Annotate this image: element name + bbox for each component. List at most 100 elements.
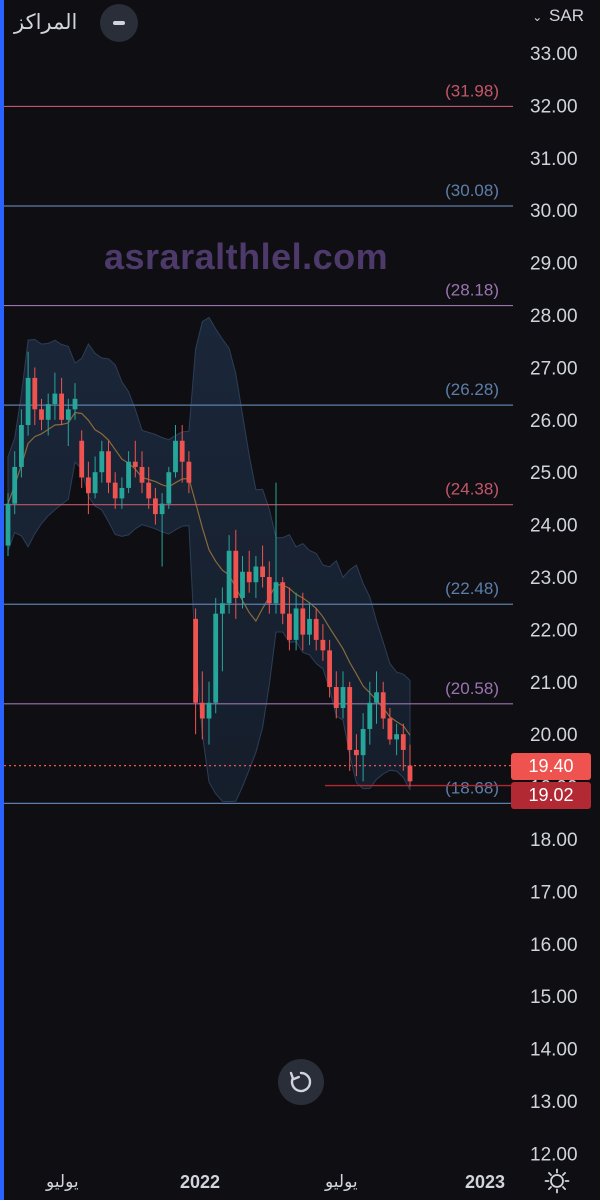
candle-body: [280, 582, 286, 614]
price-axis-label: 33.00: [530, 44, 578, 65]
candle-body: [387, 718, 393, 740]
level-label: (24.38): [445, 480, 499, 499]
candle-body: [132, 461, 138, 467]
price-axis-label: 29.00: [530, 254, 578, 275]
candle-body: [12, 466, 18, 504]
level-label: (26.28): [445, 380, 499, 399]
candle-body: [374, 692, 379, 703]
candle-body: [5, 503, 11, 546]
candle-body: [213, 613, 219, 703]
candle-body: [360, 728, 366, 756]
chart-left-edge: [0, 0, 4, 1200]
candle-body: [79, 440, 85, 478]
candle-body: [313, 618, 319, 640]
candle-body: [260, 566, 265, 577]
chart-area[interactable]: (31.98) (30.08) (28.18) (26.28) (24.38) (22.4…: [0, 0, 600, 1200]
candle-body: [45, 404, 51, 420]
price-axis-label: 15.00: [530, 987, 578, 1008]
candle-body: [119, 487, 125, 499]
candle-body: [300, 608, 306, 635]
candle-body: [347, 687, 353, 750]
price-axis-label: 13.00: [530, 1092, 578, 1113]
price-axis-label: 30.00: [530, 201, 578, 222]
candle-body: [273, 582, 279, 604]
price-axis-label: 31.00: [530, 149, 578, 170]
candle-body: [159, 503, 165, 515]
candle-body: [92, 472, 98, 494]
level-label: (31.98): [445, 81, 499, 100]
price-axis-label: 17.00: [530, 882, 578, 903]
price-axis-label: 23.00: [530, 568, 578, 589]
price-axis-label: 14.00: [530, 1040, 578, 1061]
candle-body: [153, 498, 158, 515]
candle-body: [320, 639, 326, 651]
price-axis-label: 22.00: [530, 620, 578, 641]
candle-body: [333, 687, 339, 708]
price-axis-label: 12.00: [530, 1144, 578, 1165]
candle-body: [19, 425, 24, 467]
candle-body: [166, 472, 172, 504]
price-axis-label: 21.00: [530, 673, 578, 694]
candle-body: [39, 409, 44, 420]
candle-body: [32, 377, 38, 410]
candle-body: [307, 618, 312, 635]
candle-body: [173, 440, 178, 473]
candle-body: [340, 687, 346, 708]
time-axis-label: يوليو: [325, 1172, 358, 1191]
candle-body: [367, 702, 373, 729]
candle-body: [179, 440, 185, 462]
time-axis-label: يوليو: [46, 1172, 79, 1191]
candle-body: [65, 409, 71, 420]
candle-body: [52, 393, 58, 405]
level-label: (18.68): [445, 778, 499, 797]
level-label: (28.18): [445, 281, 499, 300]
price-axis-label: 27.00: [530, 358, 578, 379]
chevron-down-icon: ⌄: [532, 10, 543, 24]
candle-body: [226, 550, 232, 604]
candle-body: [99, 451, 105, 473]
reset-chart-button[interactable]: [278, 1059, 324, 1105]
level-label: (30.08): [445, 181, 499, 200]
price-axis-label: 16.00: [530, 935, 578, 956]
collapse-button[interactable]: [100, 4, 138, 42]
price-axis-label: 20.00: [530, 725, 578, 746]
candle-body: [86, 477, 91, 494]
time-axis-label: 2022: [180, 1172, 221, 1192]
candle-body: [112, 482, 118, 499]
candle-body: [293, 608, 299, 640]
candle-body: [59, 393, 64, 420]
candle-body: [146, 482, 152, 499]
level-label: (20.58): [445, 679, 499, 698]
candle-body: [246, 571, 252, 583]
candle-body: [199, 702, 205, 719]
currency-label: SAR: [549, 6, 584, 25]
price-axis: 33.00 32.00 31.00 30.00 29.00 28.00 27.00 26.00…: [530, 44, 578, 1165]
price-axis-label: 18.00: [530, 830, 578, 851]
candle-body: [354, 749, 359, 756]
candle-body: [327, 650, 332, 688]
low-price-tag: 19.02: [511, 782, 591, 809]
time-axis-label: 2023: [465, 1172, 506, 1192]
minus-icon: [113, 21, 125, 25]
candle-body: [394, 734, 399, 740]
currency-selector[interactable]: ⌄ SAR: [532, 6, 584, 26]
candle-body: [400, 734, 406, 750]
candle-body: [233, 550, 239, 598]
candle-body: [380, 692, 386, 719]
candle-body: [186, 461, 192, 483]
chart-canvas[interactable]: (31.98) (30.08) (28.18) (26.28) (24.38) (22.4…: [0, 0, 600, 1200]
settings-icon[interactable]: [544, 1168, 570, 1194]
reset-icon: [289, 1071, 312, 1093]
candle-body: [72, 398, 78, 410]
candle-body: [106, 451, 111, 483]
price-axis-label: 28.00: [530, 306, 578, 327]
candle-body: [240, 571, 245, 598]
candle-body: [287, 613, 292, 640]
price-axis-label: 32.00: [530, 96, 578, 117]
price-axis-label: 25.00: [530, 463, 578, 484]
candle-body: [220, 603, 225, 614]
candle-body: [193, 618, 198, 703]
candle-body: [139, 466, 145, 483]
page-title: المراكز: [14, 11, 78, 34]
candle-body: [253, 566, 259, 583]
